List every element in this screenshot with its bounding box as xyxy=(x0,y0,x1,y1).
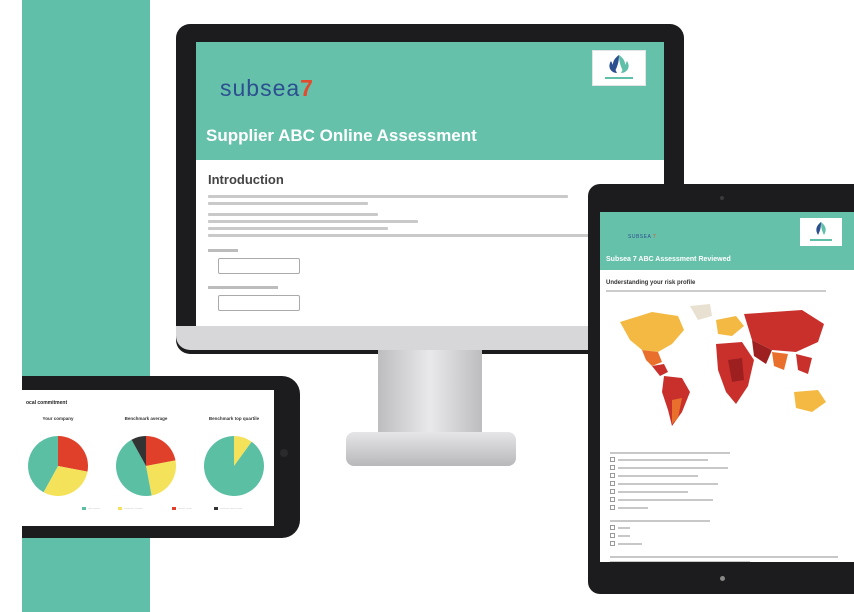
checkbox-option[interactable] xyxy=(610,533,840,538)
checkbox-option[interactable] xyxy=(610,541,840,546)
name-input[interactable] xyxy=(218,258,300,274)
checkbox-option[interactable] xyxy=(610,481,840,486)
checkbox-option[interactable] xyxy=(610,505,840,510)
checkbox-option[interactable] xyxy=(610,465,840,470)
intro-text-line xyxy=(208,213,378,216)
checkbox-option[interactable] xyxy=(610,525,840,530)
section-heading: Introduction xyxy=(208,172,284,187)
leaf-logo-icon xyxy=(800,218,842,246)
pie-chart-your-company: Your company xyxy=(22,416,94,511)
section-heading: Understanding your risk profile xyxy=(606,280,696,286)
question-line xyxy=(610,561,840,562)
pie-slice xyxy=(58,436,88,472)
review-title: Subsea 7 ABC Assessment Reviewed xyxy=(606,256,731,263)
question-line xyxy=(610,520,840,522)
intro-text-line xyxy=(208,227,388,230)
email-input[interactable] xyxy=(218,295,300,311)
legend-item: .... ....... xyxy=(82,506,100,510)
pie-chart xyxy=(204,436,264,496)
intro-text-line xyxy=(208,234,598,237)
email-field-label xyxy=(208,286,278,289)
checkbox-option[interactable] xyxy=(610,473,840,478)
question-line xyxy=(610,452,840,454)
subsea7-logo: subsea7 xyxy=(220,75,314,101)
intro-text-line xyxy=(606,290,826,292)
legend-item: ......... ...... ...... xyxy=(214,506,242,510)
phone-home-button[interactable] xyxy=(280,449,288,457)
pie-chart xyxy=(115,436,176,496)
assessment-title: Supplier ABC Online Assessment xyxy=(206,126,477,145)
name-field-label xyxy=(208,249,238,252)
pie-chart xyxy=(28,436,88,496)
pie-slice xyxy=(204,436,264,496)
checkbox-option[interactable] xyxy=(610,497,840,502)
pie-chart-benchmark-top-quartile: Benchmark top quartile xyxy=(198,416,270,511)
subsea7-logo: SUBSEA 7 xyxy=(628,234,657,240)
phone-report-title: ocal commitment xyxy=(26,400,68,406)
world-risk-map xyxy=(620,304,826,426)
intro-text-line xyxy=(208,220,418,223)
legend-item: .......... ........ xyxy=(118,506,142,510)
assessment-header: subsea7 Supplier ABC Online Assessment xyxy=(196,42,664,160)
intro-text-line xyxy=(208,202,368,205)
legend-item: ....... ...... xyxy=(172,506,192,510)
phone-screen: ocal commitment Your company Benchmark a… xyxy=(22,390,274,526)
tablet-camera xyxy=(720,196,724,200)
leaf-logo-icon xyxy=(592,50,646,86)
monitor-stand-base xyxy=(346,432,516,466)
tablet-screen: SUBSEA 7 Subsea 7 ABC Assessment Reviewe… xyxy=(600,212,854,562)
risk-questions xyxy=(610,452,840,562)
monitor-stand-neck xyxy=(378,350,482,438)
tablet-home-button[interactable] xyxy=(720,576,725,581)
checkbox-option[interactable] xyxy=(610,489,840,494)
pie-chart-benchmark-average: Benchmark average xyxy=(110,416,182,511)
intro-text-line xyxy=(208,195,568,198)
question-line xyxy=(610,556,840,558)
checkbox-option[interactable] xyxy=(610,457,840,462)
review-header: SUBSEA 7 Subsea 7 ABC Assessment Reviewe… xyxy=(600,212,854,270)
